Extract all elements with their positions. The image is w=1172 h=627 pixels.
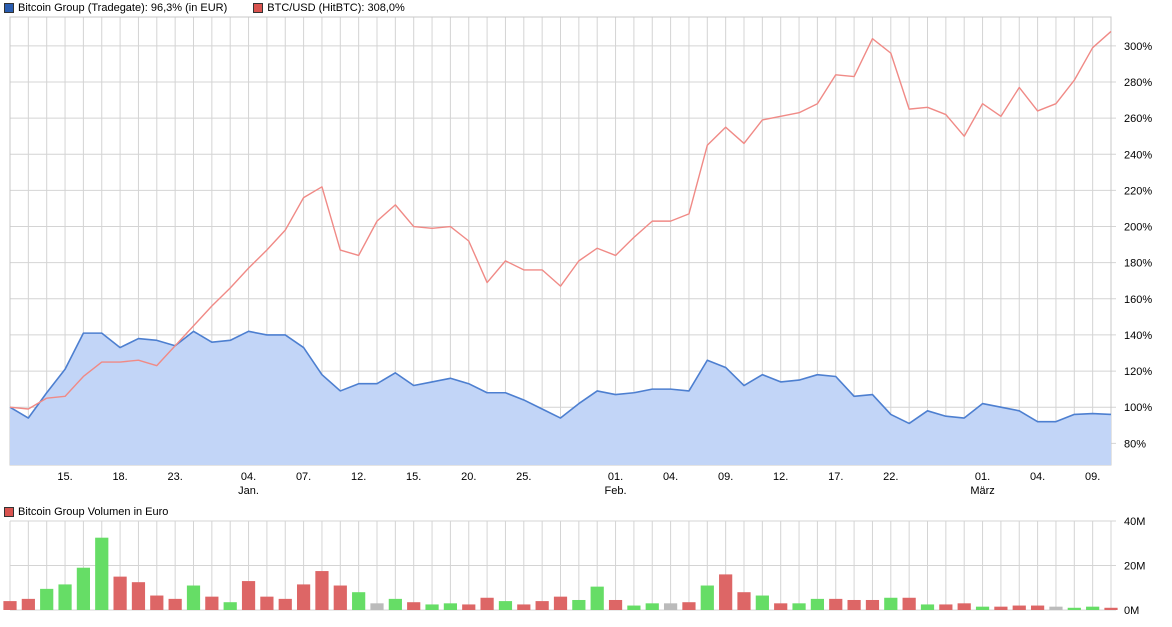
x-tick-label: 07. (296, 471, 311, 483)
volume-bar (902, 597, 916, 610)
price-y-tick-label: 140% (1124, 330, 1152, 342)
x-tick-label: 04. (663, 471, 678, 483)
x-tick-label: 15. (406, 471, 421, 483)
volume-bar (407, 602, 421, 610)
volume-bar (792, 603, 806, 610)
volume-bar (278, 598, 292, 610)
volume-bar (223, 602, 237, 610)
volume-bar (388, 598, 402, 610)
volume-bar (95, 537, 109, 610)
volume-bar (884, 597, 898, 610)
volume-bar (975, 606, 990, 610)
volume-bar (296, 584, 311, 610)
volume-bar (920, 604, 935, 610)
price-y-tick-label: 160% (1124, 294, 1152, 306)
volume-bar (333, 585, 347, 610)
x-tick-month-label: Jan. (238, 485, 259, 497)
volume-bar (1030, 605, 1045, 610)
price-y-tick-label: 300% (1124, 41, 1152, 53)
volume-bar (1049, 606, 1063, 610)
volume-bar (682, 602, 696, 610)
volume-bar (865, 599, 880, 610)
volume-bar (58, 584, 72, 610)
volume-bar (150, 595, 164, 610)
x-tick-label: 01. (608, 471, 623, 483)
volume-bar (241, 581, 256, 610)
volume-bar (425, 604, 439, 610)
price-y-tick-label: 80% (1124, 438, 1146, 450)
volume-bar (572, 599, 586, 610)
volume-bar (1086, 606, 1100, 610)
x-tick-month-label: März (970, 485, 994, 497)
volume-bar (939, 604, 953, 610)
x-tick-label: 09. (1085, 471, 1100, 483)
x-tick-label: 04. (1030, 471, 1045, 483)
x-tick-label: 22. (883, 471, 898, 483)
x-tick-label: 12. (773, 471, 788, 483)
volume-bar (186, 585, 201, 610)
volume-bar (645, 603, 659, 610)
volume-bar (113, 576, 127, 610)
volume-bar (829, 598, 843, 610)
volume-bar (627, 605, 641, 610)
x-tick-label: 12. (351, 471, 366, 483)
volume-bar (737, 592, 751, 610)
volume-bar (260, 596, 274, 610)
volume-bar (131, 582, 146, 610)
price-y-tick-label: 220% (1124, 185, 1152, 197)
volume-y-tick-label: 40M (1124, 516, 1145, 528)
volume-bar (315, 571, 329, 610)
volume-bar (480, 597, 494, 610)
volume-bar (498, 601, 513, 610)
volume-bar (1067, 607, 1081, 610)
volume-bar (370, 603, 384, 610)
x-tick-label: 17. (828, 471, 843, 483)
x-tick-label: 15. (57, 471, 72, 483)
volume-bar (847, 599, 861, 610)
volume-bar (443, 603, 458, 610)
volume-bar (719, 574, 733, 610)
volume-y-tick-label: 20M (1124, 561, 1145, 573)
price-y-tick-label: 120% (1124, 366, 1152, 378)
x-tick-label: 18. (112, 471, 127, 483)
volume-bar (590, 586, 604, 610)
x-tick-label: 04. (241, 471, 256, 483)
volume-bar (810, 598, 825, 610)
volume-bar (352, 592, 366, 610)
volume-bar (3, 601, 17, 610)
x-tick-month-label: Feb. (605, 485, 627, 497)
price-y-tick-label: 200% (1124, 222, 1152, 234)
volume-bar (994, 606, 1008, 610)
price-y-tick-label: 260% (1124, 113, 1152, 125)
volume-bar (663, 603, 678, 610)
volume-bar (517, 604, 531, 610)
x-tick-label: 25. (516, 471, 531, 483)
price-y-tick-label: 180% (1124, 258, 1152, 270)
chart-canvas: 80% 100% 120% 140% 160% 180% 200% 220% 240% 260% 2… (3, 16, 1152, 617)
price-y-tick-label: 100% (1124, 402, 1152, 414)
volume-bar (535, 601, 549, 610)
price-y-tick-label: 280% (1124, 77, 1152, 89)
volume-bar (205, 596, 219, 610)
volume-bar (21, 598, 35, 610)
volume-bar (608, 599, 623, 610)
x-tick-label: 23. (168, 471, 183, 483)
x-tick-label: 20. (461, 471, 476, 483)
price-y-tick-label: 240% (1124, 149, 1152, 161)
volume-bar (1104, 607, 1118, 610)
volume-bar (755, 595, 769, 610)
volume-bar (774, 603, 788, 610)
volume-bar (40, 588, 54, 610)
x-tick-label: 01. (975, 471, 990, 483)
volume-bar (700, 585, 714, 610)
volume-bar (76, 567, 91, 610)
volume-y-tick-label: 0M (1124, 605, 1139, 617)
volume-bar (462, 604, 476, 610)
volume-bar (168, 598, 182, 610)
volume-bar (957, 603, 971, 610)
x-tick-label: 09. (718, 471, 733, 483)
volume-bar (553, 596, 568, 610)
volume-bar (1012, 605, 1026, 610)
